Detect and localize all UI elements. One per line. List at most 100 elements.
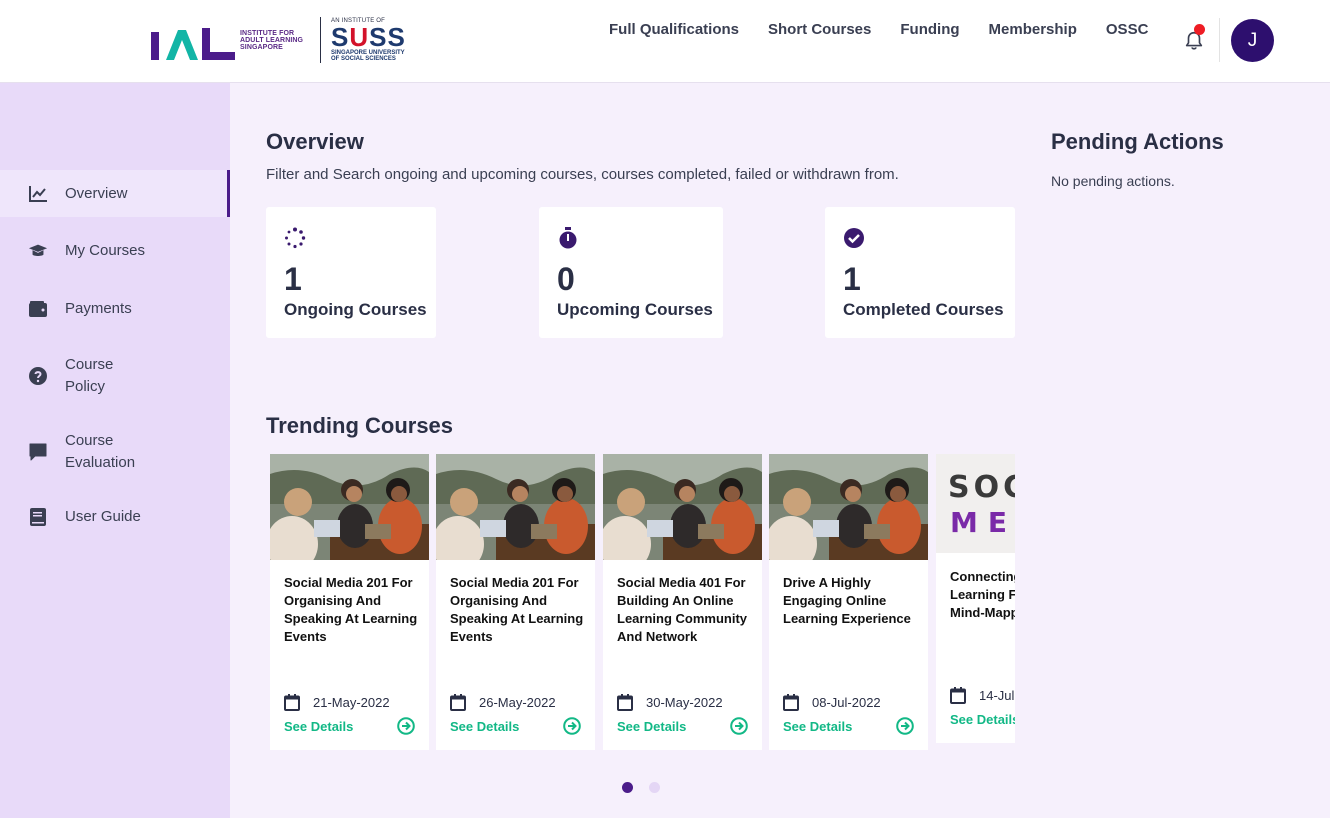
stat-card-ongoing[interactable]: 1 Ongoing Courses: [266, 207, 436, 338]
ial-letters-icon: [151, 28, 235, 60]
course-card[interactable]: SOC ME Connecting In Learning Facilitati…: [936, 454, 1015, 743]
course-card[interactable]: Social Media 201 For Organising And Spea…: [270, 454, 429, 750]
sidebar-item-overview[interactable]: Overview: [0, 170, 230, 217]
course-image-text-a: SOC: [948, 470, 1015, 505]
course-card[interactable]: Social Media 201 For Organising And Spea…: [436, 454, 595, 750]
ongoing-count: 1: [284, 261, 302, 297]
calendar-icon: [783, 694, 799, 711]
comment-icon: [28, 442, 48, 462]
course-image: [603, 454, 762, 560]
see-details-link[interactable]: See Details: [783, 719, 852, 734]
course-image: [769, 454, 928, 560]
sidebar-item-label: My Courses: [65, 242, 146, 259]
sidebar-item-label: Payments: [65, 300, 132, 317]
course-card[interactable]: Social Media 401 For Building An Online …: [603, 454, 762, 750]
sidebar-item-user-guide[interactable]: User Guide: [0, 495, 230, 539]
top-header: INSTITUTE FOR ADULT LEARNING SINGAPORE A…: [0, 0, 1330, 83]
main-nav: Full Qualifications Short Courses Fundin…: [609, 21, 1177, 38]
suss-letter-u: U: [349, 22, 370, 52]
brand-logo[interactable]: INSTITUTE FOR ADULT LEARNING SINGAPORE A…: [150, 14, 411, 66]
calendar-icon: [950, 687, 966, 704]
calendar-icon: [284, 694, 300, 711]
sidebar-item-course-evaluation[interactable]: Course Evaluation: [0, 419, 230, 485]
course-date: 26-May-2022: [450, 694, 556, 711]
logo-divider: [320, 17, 321, 63]
chart-line-icon: [28, 184, 48, 204]
nav-membership[interactable]: Membership: [989, 21, 1077, 38]
sidebar-item-payments[interactable]: Payments: [0, 287, 230, 331]
course-card[interactable]: Drive A Highly Engaging Online Learning …: [769, 454, 928, 750]
course-image-text-b: ME: [950, 506, 1015, 539]
overview-subtitle: Filter and Search ongoing and upcoming c…: [266, 166, 899, 183]
suss-letters-ss: SS: [369, 22, 406, 52]
calendar-icon: [450, 694, 466, 711]
sidebar-item-label: User Guide: [65, 508, 141, 525]
suss-letter-s: S: [331, 22, 350, 52]
upcoming-count: 0: [557, 261, 575, 297]
course-date: 21-May-2022: [284, 694, 390, 711]
user-avatar[interactable]: J: [1231, 19, 1274, 62]
nav-full-qualifications[interactable]: Full Qualifications: [609, 21, 739, 38]
wallet-icon: [28, 299, 48, 319]
stat-card-upcoming[interactable]: 0 Upcoming Courses: [539, 207, 723, 338]
see-details-link[interactable]: See Details: [950, 712, 1015, 727]
ial-subtitle: INSTITUTE FOR ADULT LEARNING SINGAPORE: [240, 29, 304, 51]
sidebar-item-label: Course Evaluation: [65, 432, 136, 471]
arrow-right-circle-icon[interactable]: [896, 717, 914, 735]
question-circle-icon: [28, 366, 48, 386]
course-date-text: 26-May-2022: [479, 695, 556, 710]
pending-actions-message: No pending actions.: [1051, 173, 1175, 189]
arrow-right-circle-icon[interactable]: [397, 717, 415, 735]
suss-wordmark: SUSS: [331, 24, 411, 50]
arrow-right-circle-icon[interactable]: [563, 717, 581, 735]
check-circle-icon: [844, 228, 864, 248]
nav-funding[interactable]: Funding: [900, 21, 959, 38]
stopwatch-icon: [559, 227, 577, 249]
course-title: Social Media 201 For Organising And Spea…: [450, 575, 584, 644]
course-title: Drive A Highly Engaging Online Learning …: [783, 575, 911, 626]
sidebar-item-label: Overview: [65, 184, 128, 202]
sidebar-item-course-policy[interactable]: Course Policy: [0, 343, 230, 409]
course-title: Connecting In Learning Facilitation Mind…: [950, 569, 1015, 620]
calendar-icon: [617, 694, 633, 711]
course-image: [436, 454, 595, 560]
see-details-link[interactable]: See Details: [617, 719, 686, 734]
course-image: SOC ME: [936, 454, 1015, 553]
stat-card-completed[interactable]: 1 Completed Courses: [825, 207, 1015, 338]
ial-logo: INSTITUTE FOR ADULT LEARNING SINGAPORE: [150, 20, 310, 60]
course-date-text: 21-May-2022: [313, 695, 390, 710]
arrow-right-circle-icon[interactable]: [730, 717, 748, 735]
course-date: 14-Jul: [950, 687, 1014, 704]
sidebar-item-my-courses[interactable]: My Courses: [0, 229, 230, 273]
notification-dot: [1194, 24, 1205, 35]
course-date: 08-Jul-2022: [783, 694, 881, 711]
completed-label: Completed Courses: [843, 300, 1004, 319]
nav-short-courses[interactable]: Short Courses: [768, 21, 871, 38]
spinner-icon: [285, 227, 306, 249]
see-details-link[interactable]: See Details: [450, 719, 519, 734]
ongoing-label: Ongoing Courses: [284, 300, 427, 319]
carousel-dot-1[interactable]: [622, 782, 633, 793]
upcoming-label: Upcoming Courses: [557, 300, 713, 319]
course-image: [270, 454, 429, 560]
course-date: 30-May-2022: [617, 694, 723, 711]
trending-courses-title: Trending Courses: [266, 413, 454, 438]
course-date-text: 30-May-2022: [646, 695, 723, 710]
course-date-text: 14-Jul: [979, 688, 1015, 703]
carousel-dot-2[interactable]: [649, 782, 660, 793]
book-icon: [28, 507, 48, 527]
see-details-link[interactable]: See Details: [284, 719, 353, 734]
suss-logo: AN INSTITUTE OF SUSS SINGAPORE UNIVERSIT…: [331, 18, 411, 62]
course-title: Social Media 401 For Building An Online …: [617, 575, 748, 644]
course-date-text: 08-Jul-2022: [812, 695, 881, 710]
graduation-cap-icon: [28, 241, 48, 261]
overview-title: Overview: [266, 129, 364, 154]
nav-ossc[interactable]: OSSC: [1106, 21, 1149, 38]
header-divider: [1219, 18, 1220, 62]
trending-carousel[interactable]: Social Media 201 For Organising And Spea…: [266, 450, 1015, 754]
sidebar-item-label: Course Policy: [65, 356, 114, 395]
suss-subtitle: SINGAPORE UNIVERSITY OF SOCIAL SCIENCES: [331, 50, 405, 62]
completed-count: 1: [843, 261, 861, 297]
pending-actions-title: Pending Actions: [1051, 129, 1224, 154]
sidebar: Overview My Courses Payments Course Poli…: [0, 83, 230, 818]
